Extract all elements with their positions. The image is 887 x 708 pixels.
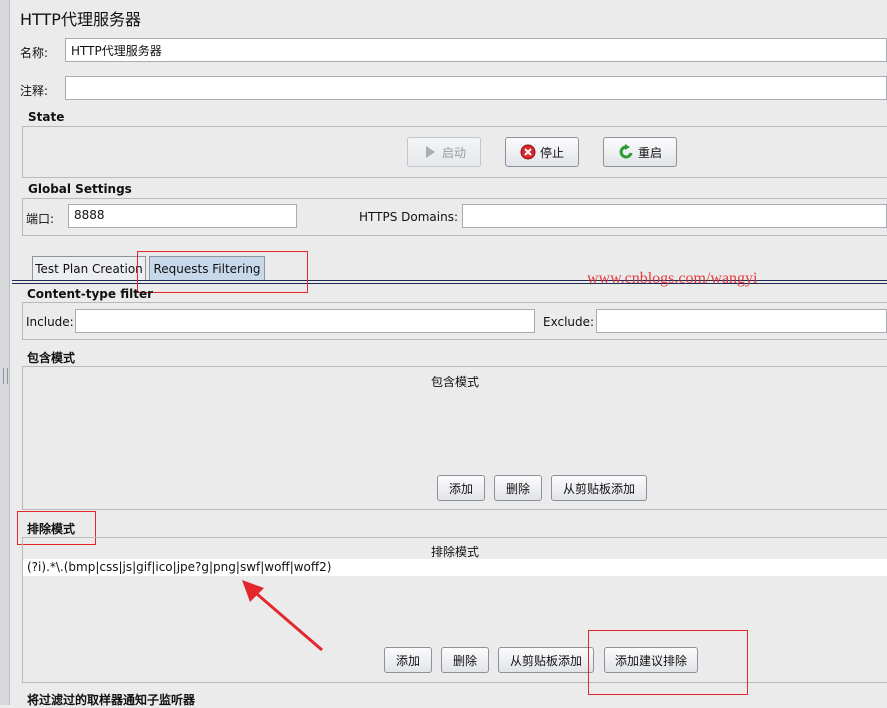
content-type-heading: Content-type filter	[27, 287, 153, 301]
comment-input[interactable]	[65, 76, 887, 100]
stop-button[interactable]: 停止	[505, 137, 579, 167]
include-label: Include:	[26, 315, 74, 329]
https-domains-label: HTTPS Domains:	[359, 210, 458, 224]
include-add-button[interactable]: 添加	[437, 475, 485, 501]
annotation-box-suggest	[588, 630, 748, 695]
notify-heading: 将过滤过的取样器通知子监听器	[27, 693, 196, 707]
include-patterns-table[interactable]: 包含模式	[23, 367, 887, 467]
start-button-label: 启动	[441, 145, 466, 160]
annotation-arrow-icon	[242, 580, 323, 652]
watermark-text: www.cnblogs.com/wangyi	[587, 270, 758, 287]
port-input[interactable]: 8888	[68, 204, 297, 228]
restart-button[interactable]: 重启	[603, 137, 677, 167]
include-paste-button[interactable]: 从剪贴板添加	[551, 475, 647, 501]
comment-label: 注释:	[20, 84, 49, 98]
exclude-patterns-table[interactable]: 排除模式 (?i).*\.(bmp|css|js|gif|ico|jpe?g|p…	[23, 538, 887, 638]
port-label: 端口:	[26, 212, 55, 226]
state-heading: State	[28, 110, 65, 124]
name-input[interactable]: HTTP代理服务器	[65, 38, 887, 62]
include-patterns-heading: 包含模式	[27, 351, 76, 365]
exclude-table-header: 排除模式	[430, 545, 479, 559]
exclude-add-button[interactable]: 添加	[384, 647, 432, 673]
left-splitter[interactable]	[0, 0, 10, 705]
page-title: HTTP代理服务器	[20, 10, 141, 29]
global-settings-heading: Global Settings	[28, 182, 132, 196]
restart-button-label: 重启	[637, 145, 662, 160]
exclude-pattern-row[interactable]: (?i).*\.(bmp|css|js|gif|ico|jpe?g|png|sw…	[23, 559, 887, 576]
name-label: 名称:	[20, 46, 49, 60]
annotation-box-tab	[137, 251, 308, 293]
restart-icon	[619, 144, 633, 159]
https-domains-input[interactable]	[462, 204, 887, 228]
play-icon	[425, 146, 435, 158]
include-table-header: 包含模式	[430, 375, 479, 389]
include-input[interactable]	[75, 309, 535, 333]
exclude-paste-button[interactable]: 从剪贴板添加	[498, 647, 594, 673]
exclude-input[interactable]	[596, 309, 887, 333]
stop-icon	[520, 144, 536, 160]
tab-test-plan-creation[interactable]: Test Plan Creation	[32, 256, 146, 280]
start-button[interactable]: 启动	[407, 137, 481, 167]
stop-button-label: 停止	[539, 145, 564, 160]
exclude-label: Exclude:	[543, 315, 595, 329]
exclude-delete-button[interactable]: 删除	[441, 647, 489, 673]
splitter-grip-icon[interactable]	[3, 368, 8, 384]
include-delete-button[interactable]: 删除	[494, 475, 542, 501]
